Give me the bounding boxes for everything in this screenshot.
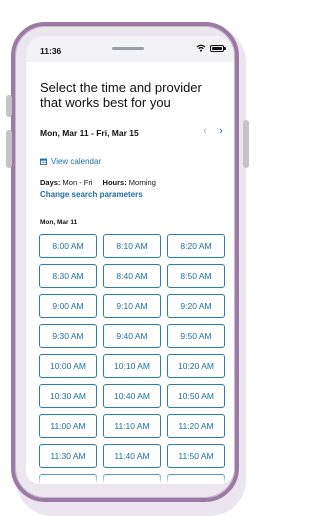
wifi-icon — [196, 44, 206, 52]
time-slot-button[interactable]: 9:40 AM — [103, 324, 161, 348]
status-bar: 11:36 — [26, 36, 234, 62]
chevron-left-icon[interactable]: ‹ — [198, 124, 212, 138]
side-button — [6, 130, 12, 168]
side-button — [6, 95, 12, 117]
side-button — [243, 120, 249, 168]
hours-label: Hours: — [102, 178, 127, 187]
time-slot-button[interactable]: 10:20 AM — [167, 354, 225, 378]
view-calendar-link[interactable]: View calendar — [40, 157, 101, 166]
time-slot-button[interactable]: 11:40 AM — [103, 444, 161, 468]
time-slot-button[interactable]: 10:00 AM — [39, 354, 97, 378]
phone-screen: 11:36 Select the time and provider that … — [26, 36, 234, 484]
time-slot-button[interactable]: 9:10 AM — [103, 294, 161, 318]
time-slot-button[interactable]: 8:50 AM — [167, 264, 225, 288]
time-slot-button[interactable]: 10:30 AM — [39, 384, 97, 408]
time-slot-button[interactable]: 9:50 AM — [167, 324, 225, 348]
scroll-fade — [26, 472, 234, 484]
status-time: 11:36 — [40, 46, 62, 56]
time-slot-button[interactable]: 8:30 AM — [39, 264, 97, 288]
status-icons — [196, 44, 226, 52]
time-slot-button[interactable]: 11:20 AM — [167, 414, 225, 438]
days-filter: Days: Mon - Fri — [40, 178, 93, 187]
change-search-link[interactable]: Change search parameters — [40, 190, 143, 199]
time-slot-button[interactable]: 10:50 AM — [167, 384, 225, 408]
days-value: Mon - Fri — [62, 178, 93, 187]
time-slot-button[interactable]: 11:30 AM — [39, 444, 97, 468]
day-label: Mon, Mar 11 — [40, 219, 78, 226]
time-slot-button[interactable]: 10:10 AM — [103, 354, 161, 378]
battery-icon — [210, 44, 226, 52]
date-range-label: Mon, Mar 11 - Fri, Mar 15 — [40, 128, 139, 138]
time-slot-button[interactable]: 9:00 AM — [39, 294, 97, 318]
notch-indicator — [112, 47, 144, 50]
hours-value: Morning — [128, 178, 156, 187]
time-slot-button[interactable]: 11:10 AM — [103, 414, 161, 438]
days-label: Days: — [40, 178, 61, 187]
time-slot-button[interactable]: 9:30 AM — [39, 324, 97, 348]
time-slot-button[interactable]: 11:00 AM — [39, 414, 97, 438]
time-slot-button[interactable]: 9:20 AM — [167, 294, 225, 318]
time-slot-button[interactable]: 10:40 AM — [103, 384, 161, 408]
time-slot-button[interactable]: 8:10 AM — [103, 234, 161, 258]
time-slot-button[interactable]: 8:00 AM — [39, 234, 97, 258]
calendar-icon — [40, 158, 47, 165]
time-slot-grid: 8:00 AM 8:10 AM 8:20 AM 8:30 AM 8:40 AM 8:50 … — [39, 234, 225, 484]
time-slot-button[interactable]: 8:20 AM — [167, 234, 225, 258]
search-filters: Days: Mon - Fri Hours: Morning — [40, 178, 156, 187]
view-calendar-label: View calendar — [51, 157, 102, 166]
hours-filter: Hours: Morning — [103, 178, 156, 187]
time-slot-button[interactable]: 11:50 AM — [167, 444, 225, 468]
chevron-right-icon[interactable]: › — [214, 124, 228, 138]
time-slot-button[interactable]: 8:40 AM — [103, 264, 161, 288]
page-title: Select the time and provider that works … — [40, 80, 202, 110]
